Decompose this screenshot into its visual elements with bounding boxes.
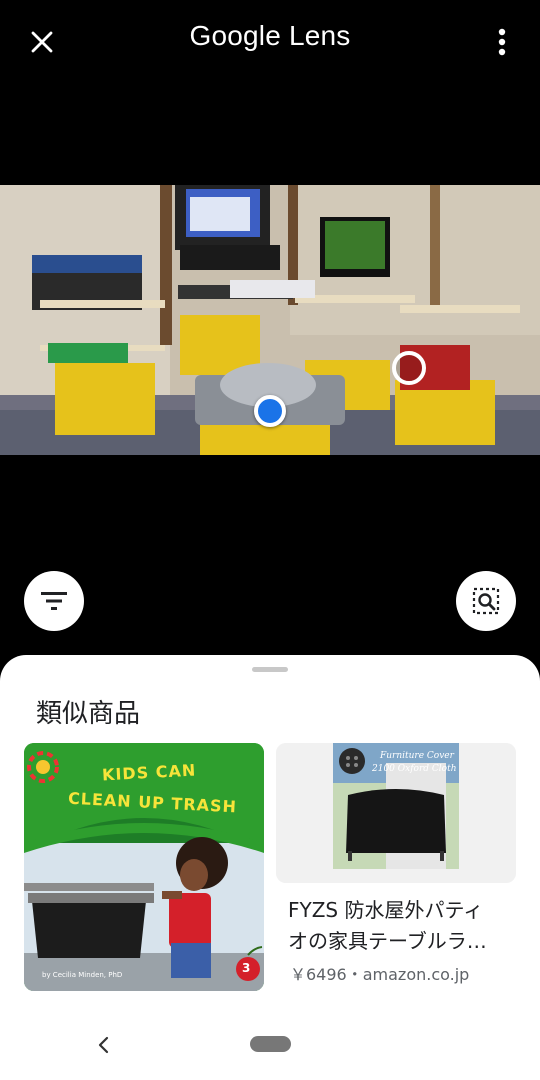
region-search-icon [472, 587, 500, 615]
object-dot[interactable] [392, 351, 426, 385]
selected-object-dot[interactable] [254, 395, 286, 427]
result-card-product-image[interactable]: Furniture Cover 2100 Oxford Cloth [276, 743, 516, 883]
drag-handle[interactable] [252, 667, 288, 672]
app-title: Google Lens [189, 20, 351, 51]
book-cover-badge: 3 [242, 961, 251, 975]
more-options-button[interactable] [490, 24, 514, 60]
result-price-source: ￥6496・amazon.co.jp [290, 965, 470, 984]
product-image-caption-2: 2100 Oxford Cloth [372, 764, 457, 774]
result-title-line-2: オの家具テーブルラ… [288, 929, 487, 953]
system-nav-bar [0, 1005, 540, 1080]
result-title-line-1: FYZS 防水屋外パティ [288, 898, 484, 922]
back-button[interactable] [90, 1031, 118, 1059]
filter-button[interactable] [24, 571, 84, 631]
top-bar: Google Lens [0, 0, 540, 80]
back-icon [98, 1036, 109, 1054]
section-title: 類似商品 [36, 699, 141, 729]
result-card-book[interactable]: KIDS CAN CLEAN UP TRASH by Cecilia Minde… [24, 743, 264, 991]
result-title[interactable]: FYZS 防水屋外パティ オの家具テーブルラ… [288, 895, 508, 957]
product-image-caption-1: Furniture Cover [380, 751, 454, 761]
more-vert-icon [498, 28, 506, 56]
region-search-button[interactable] [456, 571, 516, 631]
home-button[interactable] [250, 1036, 291, 1052]
filter-icon [41, 592, 67, 610]
book-cover-author: by Cecilia Minden, PhD [42, 971, 123, 979]
